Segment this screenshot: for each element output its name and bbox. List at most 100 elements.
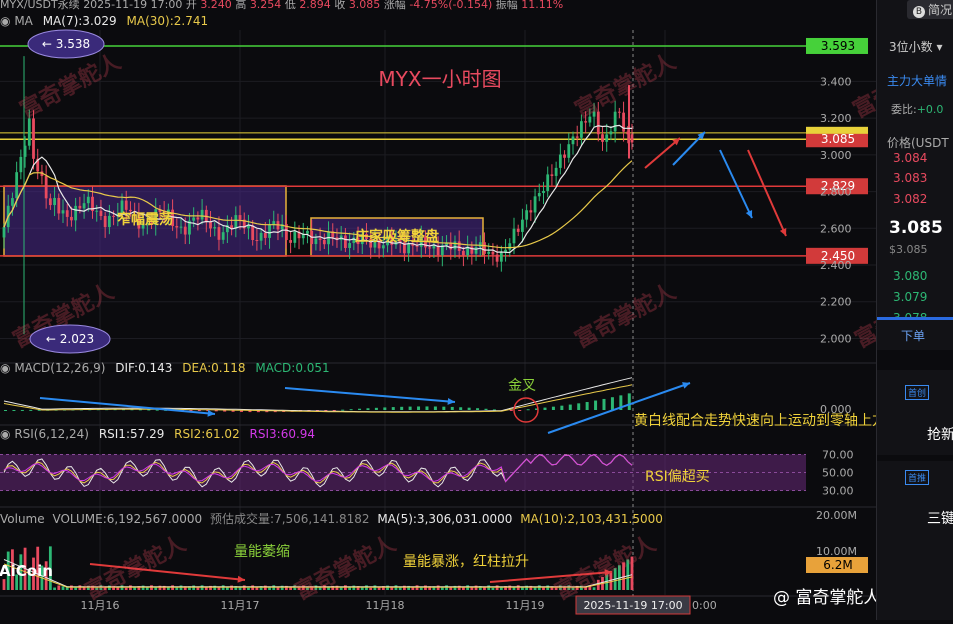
candle-body [322,239,326,245]
candle-body [499,252,503,262]
vol-ma10: MA(10):2,103,431.5000 [520,512,663,526]
volume-bar [57,585,61,590]
macd-bar [12,409,16,411]
macd-bar [374,407,378,410]
amp-value: 11.11% [521,0,564,11]
rsi1-value: RSI1:57.29 [98,427,165,441]
macd-bar [383,407,387,410]
candle-body [512,228,516,244]
dif-value: DIF:0.143 [115,361,173,375]
candle-body [86,196,90,204]
macd-bar [358,408,362,410]
candle-body [124,200,128,210]
big-orders-link[interactable]: 主力大单情 [887,72,947,89]
macd-label: MACD(12,26,9) [14,361,106,375]
rsi-label: RSI(6,12,24) [14,427,89,441]
cursor-time: 2025-11-19 17:00 [583,599,682,612]
volume-bar [175,587,179,590]
eye-icon[interactable]: ◉ [0,14,10,28]
macd-bar [450,406,454,410]
volume-bar [61,586,65,590]
change-label: 涨幅 [383,0,406,11]
ask-price[interactable]: 3.084 [893,151,927,165]
brand-logo: AiCoin [0,562,53,580]
bid-price[interactable]: 3.079 [893,290,927,304]
candle-body [554,167,558,176]
rsi3-value: RSI3:60.94 [249,427,316,441]
vol-tag: 6.2M [823,558,852,572]
candle-body [95,210,99,212]
box2-label: 庄家吸筹整盘 [355,228,439,245]
ratio-row: 委比:+0.0 [891,101,943,117]
macd-bar [366,408,370,410]
volume-legend: Volume VOLUME:6,192,567.0000 预估成交量:7,506… [0,510,663,527]
macd-bar [560,405,564,410]
level-yellow-tag [806,126,868,134]
est-volume: 预估成交量:7,506,141.8182 [210,512,370,526]
vol-tick: 20.00M [816,509,857,522]
candle-body [48,198,52,206]
macd-bar [391,407,395,410]
vol-surge-label: 量能暴涨，红柱拉升 [403,554,529,570]
promo-text[interactable]: 抢新 [927,424,953,444]
chart-title: MYX一小时图 [378,67,501,91]
macd-bar [627,393,631,410]
macd-bar [509,410,513,411]
kline-chart[interactable]: 3.5933.0852.8292.450 0.000 70.0050.0030.… [0,0,953,620]
simplified-tab[interactable]: B 简况 [907,0,953,19]
low-label: 低 [284,0,296,11]
macd-bar [467,407,471,410]
pair-label: MYX/USDT永续 [0,0,80,11]
vol-shrink-label: 量能萎缩 [234,544,290,560]
candle-body [107,215,111,228]
candle-body [234,215,238,229]
candle-body [57,197,61,214]
footer-credit: @ 富奇掌舵人 [773,588,876,608]
price-header: 价格(USDT [887,136,949,150]
close-label: 收 [334,0,346,11]
candle-time: 2025-11-19 17:00 [83,0,183,11]
volume-bar [419,587,423,590]
volume-bar [436,585,440,590]
candle-body [630,134,634,143]
bid-price[interactable]: 3.080 [893,269,927,283]
candle-body [381,245,385,249]
candle-body [259,232,263,241]
divider [877,317,953,320]
candle-body [567,144,571,158]
macd-bar [594,400,598,410]
candle-body [563,154,566,158]
volume-bar [2,579,6,590]
ask-price[interactable]: 3.082 [893,192,927,206]
y-tick-label: 3.200 [820,112,852,125]
rsi-legend: ◉ RSI(6,12,24) RSI1:57.29 RSI2:61.02 RSI… [0,427,315,441]
macd-bar [585,402,589,410]
candle-body [238,215,242,220]
level-current-tag: 3.085 [821,132,855,146]
candle-body [516,228,520,232]
macd-bar [417,406,421,410]
macd-bar [341,409,345,411]
volume-bar [74,587,78,590]
decimals-select[interactable]: 3位小数 ▾ [889,38,943,55]
candle-body [343,235,347,248]
candle-body [289,240,293,243]
x-tick-label: 11月16 [81,599,120,612]
macd-bar [543,407,547,410]
macd-bar [459,407,463,410]
rsi-panel: 70.00 50.00 30.00 [0,449,854,498]
candle-body [415,245,419,247]
candle-body [617,111,621,113]
volume-bar [542,587,545,590]
order-button[interactable]: 下单 [901,327,925,344]
chart-area[interactable]: 3.593 3.085 2.829 2.450 0.000 70.00 50.00 30.… [0,0,953,620]
eye-icon[interactable]: ◉ [0,427,10,441]
eye-icon[interactable]: ◉ [0,361,10,375]
ask-price[interactable]: 3.083 [893,171,927,185]
macd-bar [476,408,480,410]
promo-text[interactable]: 三键 [927,508,953,528]
last-price: 3.085 [889,218,943,238]
candle-body [112,215,115,217]
candle-body [53,197,56,206]
b-icon: B [913,6,925,18]
